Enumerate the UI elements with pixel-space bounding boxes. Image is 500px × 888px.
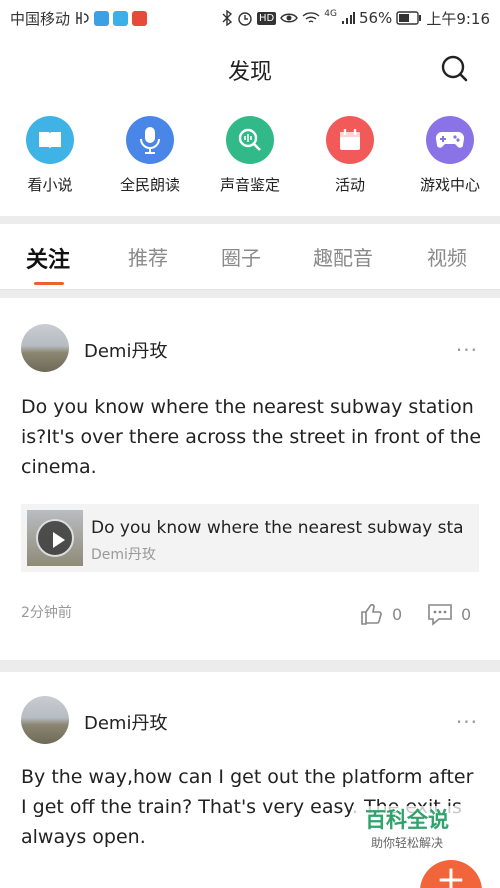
- quick-links: 看小说 全民朗读 声音鉴定 活动 游戏中心: [0, 104, 500, 216]
- hd-call-icon: [76, 12, 89, 24]
- wifi-icon: [302, 12, 320, 23]
- tab-recommended[interactable]: 推荐: [128, 242, 168, 271]
- voice-search-icon: [226, 116, 274, 164]
- clock: 上午9:16: [426, 9, 490, 28]
- content-tabs: 关注 推荐 圈子 趣配音 视频: [0, 224, 500, 290]
- status-bar: 中国移动 HD 4G 56% 上午9:16: [0, 0, 500, 36]
- quick-link-reading[interactable]: 全民朗读: [100, 104, 200, 216]
- status-bar-left: 中国移动: [10, 8, 148, 29]
- hd-badge: HD: [257, 11, 277, 25]
- search-button[interactable]: [440, 54, 470, 84]
- alarm-icon: [238, 12, 252, 26]
- watermark-logo: 百科全说 助你轻松解决: [352, 806, 462, 860]
- quick-link-label: 声音鉴定: [219, 176, 280, 194]
- book-icon: [26, 116, 74, 164]
- network-type: 4G: [324, 9, 337, 19]
- avatar[interactable]: [21, 324, 69, 372]
- quick-link-voice-id[interactable]: 声音鉴定: [200, 104, 300, 216]
- bluetooth-icon: [222, 10, 233, 26]
- gamepad-icon: [426, 116, 474, 164]
- comment-icon: [428, 604, 452, 626]
- comment-button[interactable]: 0: [427, 602, 471, 626]
- feed-post: Demi丹玫 ··· Do you know where the nearest…: [0, 298, 500, 660]
- quick-link-events[interactable]: 活动: [300, 104, 400, 216]
- tab-circles[interactable]: 圈子: [221, 242, 261, 271]
- post-text: Do you know where the nearest subway sta…: [21, 396, 482, 478]
- quick-link-games[interactable]: 游戏中心: [400, 104, 500, 216]
- avatar[interactable]: [21, 696, 69, 744]
- post-username[interactable]: Demi丹玫: [84, 709, 167, 735]
- audio-thumbnail: [27, 510, 83, 566]
- shield-app-icon: [94, 10, 110, 26]
- weibo-app-icon: [132, 10, 148, 26]
- like-button[interactable]: 0: [360, 602, 402, 626]
- calendar-icon: [326, 116, 374, 164]
- tab-dubbing[interactable]: 趣配音: [313, 242, 373, 271]
- like-count: 0: [392, 604, 403, 624]
- message-app-icon: [113, 10, 129, 26]
- play-button[interactable]: [36, 519, 74, 557]
- post-username[interactable]: Demi丹玫: [84, 337, 167, 363]
- quick-link-novels[interactable]: 看小说: [0, 104, 100, 216]
- watermark-subtitle: 助你轻松解决: [370, 836, 443, 850]
- carrier-name: 中国移动: [10, 9, 71, 28]
- thumbs-up-icon: [361, 604, 382, 625]
- more-options-button[interactable]: ···: [456, 710, 478, 734]
- tab-video[interactable]: 视频: [427, 242, 467, 271]
- battery-percent: 56%: [358, 9, 393, 27]
- signal-icon: [341, 12, 355, 24]
- tab-following[interactable]: 关注: [26, 242, 70, 274]
- audio-title: Do you know where the nearest subway sta: [91, 518, 464, 538]
- audio-author: Demi丹玫: [91, 547, 156, 563]
- page-title: 发现: [227, 60, 272, 85]
- play-icon: [53, 532, 65, 548]
- status-bar-right: HD 4G 56% 上午9:16: [221, 8, 490, 29]
- quick-link-label: 全民朗读: [119, 176, 180, 194]
- quick-link-label: 游戏中心: [419, 176, 480, 194]
- app-header: 发现: [0, 36, 500, 104]
- comment-count: 0: [461, 604, 472, 624]
- watermark-title: 百科全说: [365, 808, 449, 832]
- active-tab-indicator: [34, 282, 64, 285]
- post-timestamp: 2分钟前: [21, 605, 72, 621]
- search-icon: [441, 55, 468, 82]
- more-options-button[interactable]: ···: [456, 338, 478, 362]
- microphone-icon: [126, 116, 174, 164]
- quick-link-label: 看小说: [27, 176, 73, 194]
- quick-link-label: 活动: [334, 176, 365, 194]
- eye-icon: [280, 13, 299, 23]
- battery-icon: [396, 11, 422, 25]
- audio-attachment[interactable]: Do you know where the nearest subway sta…: [21, 504, 479, 572]
